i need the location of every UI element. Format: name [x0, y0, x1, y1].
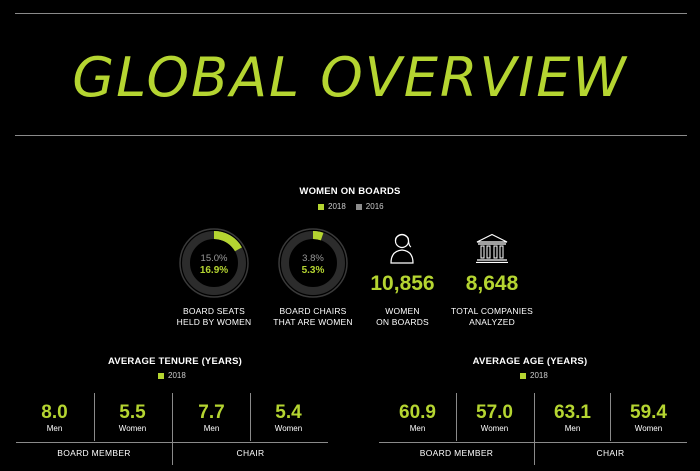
women-count-caption: WOMEN ON BOARDS: [355, 306, 450, 328]
companies-caption-line2: ANALYZED: [469, 317, 515, 327]
board-chairs-2016-value: 3.8%: [302, 253, 324, 264]
tenure-board-women-label: Women: [118, 424, 147, 433]
board-chairs-caption-line2: THAT ARE WOMEN: [273, 317, 353, 327]
age-chair-men-value: 63.1: [554, 402, 591, 423]
age-legend: 2018: [520, 371, 548, 380]
age-chair-men-label: Men: [564, 424, 581, 433]
tenure-heading: AVERAGE TENURE (YEARS): [107, 356, 243, 367]
women-on-boards-count: 10,856: [370, 272, 435, 295]
tenure-board-men: 8.0 Men: [16, 402, 93, 434]
building-icon: [476, 233, 508, 263]
tenure-group-rule: [16, 442, 328, 443]
board-seats-caption-line2: HELD BY WOMEN: [176, 317, 252, 327]
tenure-legend: 2018: [158, 371, 186, 380]
age-chair-label: CHAIR: [596, 448, 625, 458]
total-companies-count: 8,648: [465, 272, 519, 295]
tenure-chair-women-label: Women: [274, 424, 303, 433]
companies-caption-line1: TOTAL COMPANIES: [450, 306, 534, 316]
board-seats-caption: BOARD SEATS HELD BY WOMEN: [164, 306, 264, 328]
title-bottom-rule: [15, 135, 687, 136]
age-group-rule: [379, 442, 687, 443]
age-board-women: 57.0 Women: [456, 402, 533, 434]
tenure-chair-men-value: 7.7: [198, 402, 225, 423]
women-on-boards-heading: WOMEN ON BOARDS: [299, 186, 401, 197]
tenure-legend-swatch: [158, 372, 164, 379]
tenure-chair-men-label: Men: [203, 424, 220, 433]
tenure-chair-women-value: 5.4: [275, 402, 302, 423]
tenure-board-men-label: Men: [46, 424, 63, 433]
woman-icon: [390, 233, 414, 264]
board-seats-2018-arc: [213, 231, 242, 252]
tenure-board-women: 5.5 Women: [94, 402, 171, 434]
women-count-caption-line1: WOMEN: [385, 306, 420, 316]
age-board-men: 60.9 Men: [379, 402, 456, 434]
board-seats-2016-value: 15.0%: [201, 253, 228, 264]
tenure-board-women-value: 5.5: [119, 402, 146, 423]
age-legend-label: 2018: [530, 371, 548, 380]
tenure-chair-women: 5.4 Women: [250, 402, 327, 434]
women-count-caption-line2: ON BOARDS: [376, 317, 429, 327]
companies-caption: TOTAL COMPANIES ANALYZED: [440, 306, 544, 328]
tenure-board-member-label: BOARD MEMBER: [57, 448, 131, 458]
tenure-board-men-value: 8.0: [41, 402, 68, 423]
women-on-boards-legend: 2018 2016: [318, 202, 384, 211]
age-chair-women-value: 59.4: [630, 402, 667, 423]
legend-label-2018: 2018: [328, 202, 346, 211]
age-board-men-value: 60.9: [399, 402, 436, 423]
tenure-chair-label: CHAIR: [236, 448, 265, 458]
board-chairs-2018-arc: [312, 231, 324, 241]
age-heading: AVERAGE AGE (YEARS): [472, 356, 588, 367]
age-board-men-label: Men: [409, 424, 426, 433]
board-seats-caption-line1: BOARD SEATS: [182, 306, 246, 316]
age-chair-men: 63.1 Men: [534, 402, 611, 434]
legend-label-2016: 2016: [365, 202, 384, 211]
board-chairs-2018-value: 5.3%: [302, 265, 325, 276]
legend-swatch-2016: [355, 203, 362, 210]
age-legend-swatch: [520, 372, 526, 379]
board-chairs-caption: BOARD CHAIRS THAT ARE WOMEN: [263, 306, 363, 328]
board-seats-2018-value: 16.9%: [200, 265, 228, 276]
page-title: GLOBAL OVERVIEW: [72, 46, 628, 109]
age-board-women-value: 57.0: [476, 402, 513, 423]
board-seats-donut: 15.0% 16.9%: [179, 228, 249, 298]
age-chair-women-label: Women: [634, 424, 663, 433]
age-board-member-label: BOARD MEMBER: [419, 448, 494, 458]
tenure-legend-label: 2018: [168, 371, 186, 380]
top-rule: [15, 13, 687, 14]
legend-swatch-2018: [318, 203, 324, 210]
board-chairs-donut: 3.8% 5.3%: [278, 228, 348, 298]
tenure-chair-men: 7.7 Men: [173, 402, 250, 434]
age-chair-women: 59.4 Women: [610, 402, 687, 434]
age-board-women-label: Women: [480, 424, 509, 433]
board-chairs-caption-line1: BOARD CHAIRS: [279, 306, 347, 316]
